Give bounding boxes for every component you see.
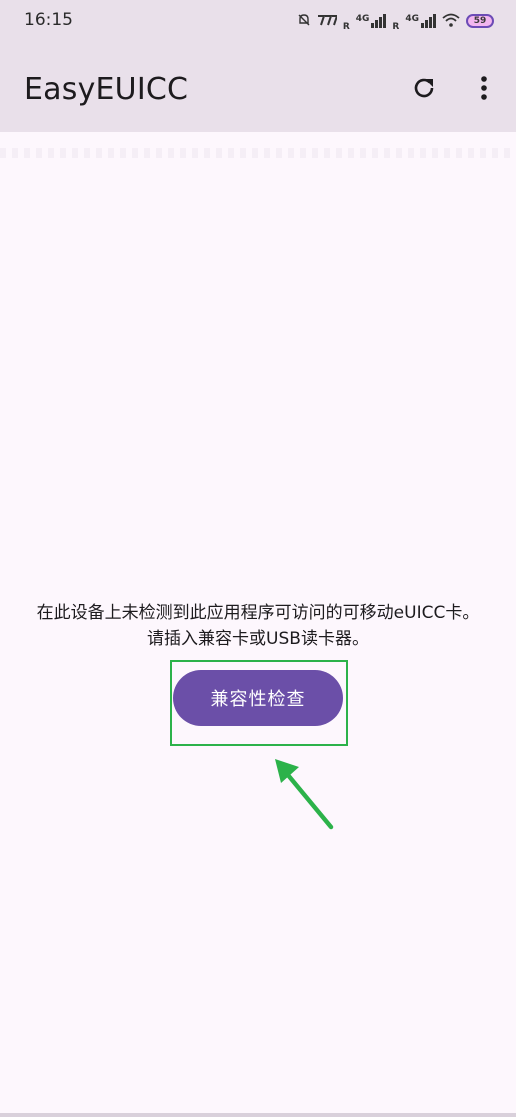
more-options-button[interactable]	[466, 70, 502, 106]
battery-icon: 59	[466, 14, 494, 28]
app-title: EasyEUICC	[24, 72, 189, 107]
network-label-1: 4G	[355, 14, 370, 24]
wifi-icon	[442, 13, 460, 30]
pointer-arrow-icon	[275, 759, 334, 830]
refresh-button[interactable]	[406, 70, 442, 106]
refresh-icon	[414, 78, 434, 98]
more-vert-icon	[481, 76, 487, 100]
signal-icon-1: 4G	[356, 14, 387, 28]
status-time: 16:15	[24, 10, 73, 30]
battery-level: 59	[473, 16, 487, 26]
signal-icon-2: 4G	[405, 14, 436, 28]
app-bar: 16:15 R 4G R 4G 59 EasyEUICC	[0, 0, 516, 132]
no-card-message: 在此设备上未检测到此应用程序可访问的可移动eUICC卡。请插入兼容卡或USB读卡…	[36, 603, 480, 649]
network-label-2: 4G	[405, 14, 419, 24]
status-icons: R 4G R 4G 59	[297, 10, 494, 32]
screen: 16:15 R 4G R 4G 59 EasyEUICC 在此设备上未检测到此应…	[0, 0, 516, 1117]
compatibility-check-button[interactable]: 兼容性检查	[173, 670, 343, 726]
divider	[0, 148, 516, 158]
bottom-edge	[0, 1113, 516, 1117]
roaming-label-2: R	[392, 22, 400, 32]
carrier-icon	[317, 14, 339, 29]
roaming-label-1: R	[342, 22, 350, 32]
mute-icon	[297, 13, 311, 30]
